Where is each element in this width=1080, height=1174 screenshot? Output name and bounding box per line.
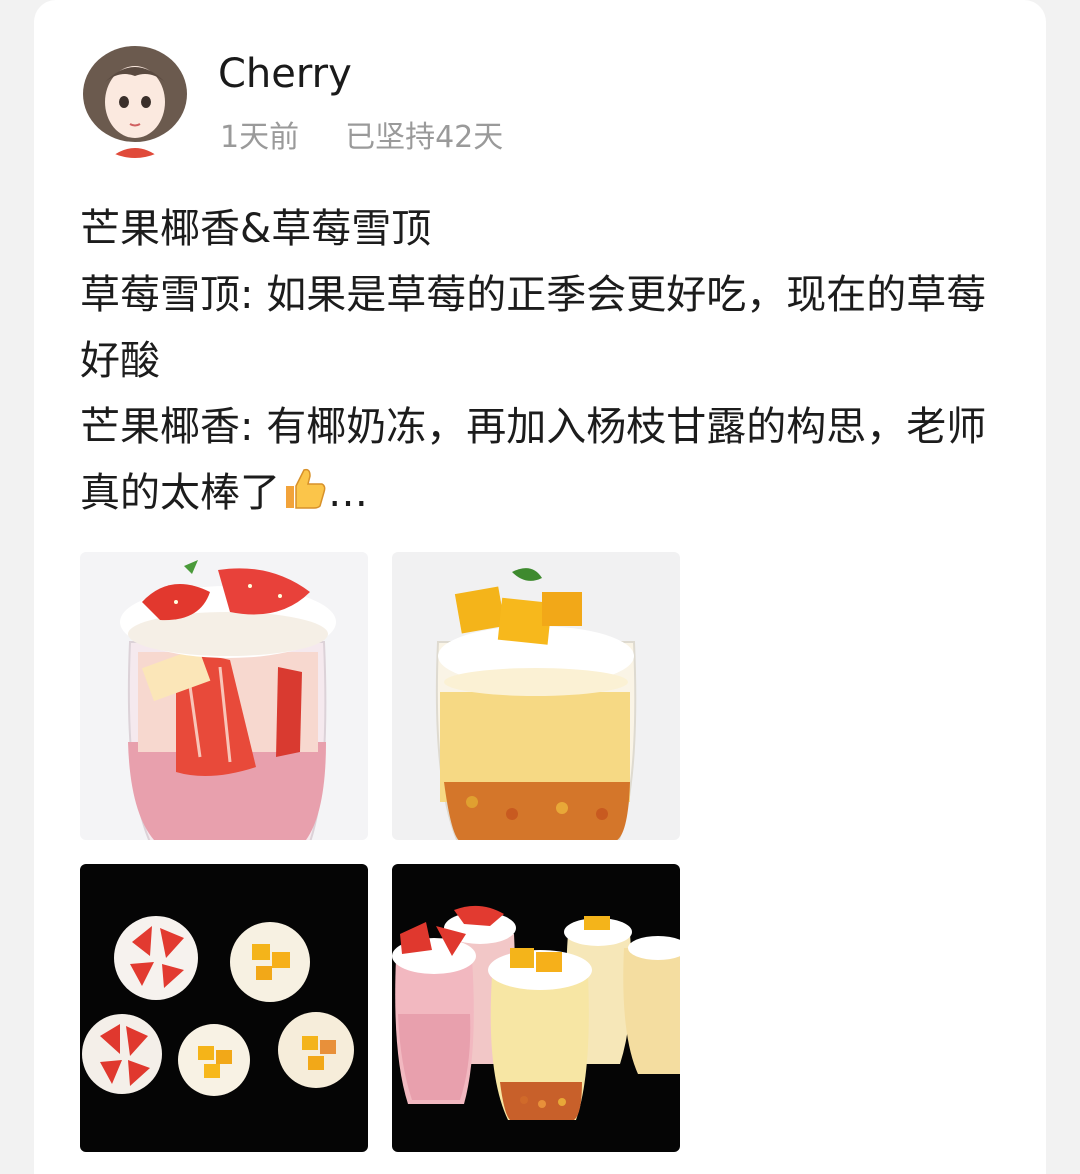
- mango-coconut-dessert-cup-photo[interactable]: [392, 552, 680, 840]
- post-meta: 1天前 已坚持42天: [220, 118, 503, 158]
- post-line-strawberry: 草莓雪顶: 如果是草莓的正季会更好吃，现在的草莓好酸: [80, 272, 987, 384]
- post-line-mango: 芒果椰香: 有椰奶冻，再加入杨枝甘露的构思，老师真的太棒了 …: [80, 404, 987, 516]
- streak-label: 已坚持42天: [345, 120, 504, 155]
- ellipsis: …: [328, 470, 368, 516]
- thumbs-up-icon: [286, 468, 326, 509]
- strawberry-dessert-cup-photo[interactable]: [80, 552, 368, 840]
- post-text: 芒果椰香&草莓雪顶 草莓雪顶: 如果是草莓的正季会更好吃，现在的草莓好酸 芒果椰…: [80, 196, 1000, 526]
- desserts-group-photo[interactable]: [392, 864, 680, 1152]
- avatar[interactable]: [80, 42, 190, 158]
- post-title: 芒果椰香&草莓雪顶: [80, 206, 432, 252]
- time-ago: 1天前: [220, 120, 300, 155]
- username[interactable]: Cherry: [218, 52, 352, 96]
- desserts-top-view-photo[interactable]: [80, 864, 368, 1152]
